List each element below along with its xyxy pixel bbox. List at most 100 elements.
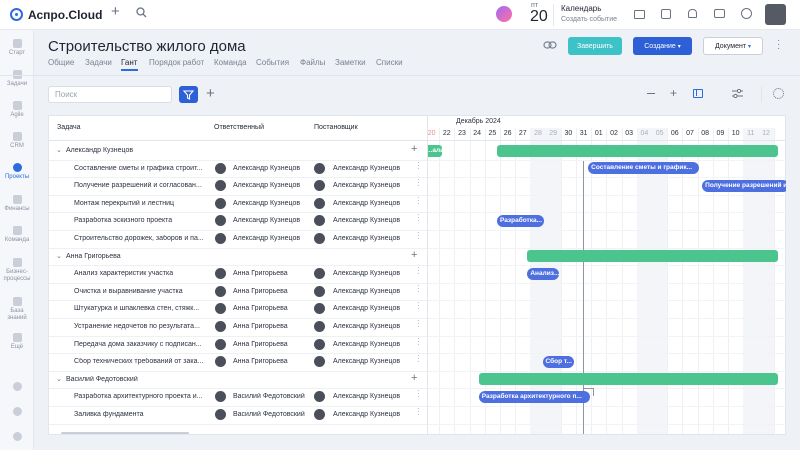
task-name[interactable]: Монтаж перекрытий и лестниц [74, 200, 209, 207]
row-menu-icon[interactable]: · · · [417, 229, 420, 243]
zoom-in-icon[interactable]: + [670, 86, 677, 100]
sidebar-item-label: Старт [8, 50, 26, 56]
user-avatar[interactable] [765, 4, 786, 25]
bar-group-vasily[interactable] [478, 373, 779, 386]
column-header-task[interactable]: Задача [57, 116, 207, 140]
assistant-icon[interactable] [496, 6, 512, 22]
group-name[interactable]: Анна Григорьева [66, 253, 216, 260]
mail-icon[interactable] [634, 10, 645, 19]
avatar [314, 356, 325, 368]
task-name[interactable]: Штукатурка и шпаклевка стен, стяжк... [74, 305, 209, 312]
group-name[interactable]: Александр Кузнецов [66, 147, 216, 154]
tab-team[interactable]: Команда [214, 58, 247, 67]
bar-tech-requirements[interactable]: Сбор т... [542, 355, 575, 368]
tab-files[interactable]: Файлы [300, 58, 325, 67]
sidebar-item-business-processes[interactable]: Бизнес-процессы [0, 258, 34, 283]
tab-tasks[interactable]: Задачи [85, 58, 112, 67]
sidebar-tool-1[interactable] [0, 382, 34, 393]
bar-estimate[interactable]: Составление сметы и график... [588, 162, 700, 175]
bell-icon[interactable] [688, 9, 697, 18]
task-name[interactable]: Заливка фундамента [74, 411, 209, 418]
horizontal-scrollbar[interactable] [61, 432, 189, 434]
chevron-down-icon[interactable]: ⌄ [56, 146, 62, 154]
add-task-icon[interactable]: + [411, 372, 417, 384]
column-header-assigner[interactable]: Постановщик [314, 116, 414, 140]
zoom-out-icon[interactable] [647, 93, 655, 95]
add-task-icon[interactable]: + [411, 249, 417, 261]
sidebar-tool-2[interactable] [0, 407, 34, 418]
bar-sketch[interactable]: Разработка... [496, 214, 545, 227]
row-menu-icon[interactable]: · · · [417, 352, 420, 366]
task-name[interactable]: Разработка эскизного проекта [74, 217, 209, 224]
app-brand[interactable]: Аспро.Cloud [28, 8, 102, 22]
task-name[interactable]: Передача дома заказчику с подписан... [74, 341, 209, 348]
document-button[interactable]: Документ ▾ [703, 37, 763, 55]
row-menu-icon[interactable]: · · · [417, 193, 420, 207]
sidebar-item-more[interactable]: Ещё [0, 333, 34, 351]
sidebar-item-finance[interactable]: Финансы [0, 195, 34, 213]
tab-events[interactable]: События [256, 58, 289, 67]
group-name[interactable]: Василий Федотовский [66, 376, 216, 383]
row-menu-icon[interactable]: · · · [417, 281, 420, 295]
bar-group-anna[interactable] [527, 250, 779, 263]
gear-icon[interactable] [773, 88, 784, 99]
tab-notes[interactable]: Заметки [335, 58, 366, 67]
sidebar-item-projects[interactable]: Проекты [0, 163, 34, 181]
search-input[interactable]: Поиск [48, 86, 172, 103]
add-filter-icon[interactable]: + [206, 85, 215, 102]
filter-button[interactable] [179, 86, 198, 103]
chevron-down-icon[interactable]: ⌄ [56, 375, 62, 383]
bar-group-alexander-left[interactable]: ...ала [428, 144, 443, 157]
row-menu-icon[interactable]: · · · [417, 211, 420, 225]
add-icon[interactable]: + [111, 4, 120, 19]
columns-toggle-icon[interactable] [693, 89, 703, 98]
help-icon[interactable] [741, 8, 752, 19]
row-menu-icon[interactable]: · · · [417, 264, 420, 278]
tabs-divider [0, 75, 800, 76]
row-menu-icon[interactable]: · · · [417, 317, 420, 331]
sliders-icon[interactable] [732, 88, 743, 99]
sidebar-item-knowledge-base[interactable]: База знаний [0, 297, 34, 322]
task-name[interactable]: Строительство дорожек, заборов и па... [74, 235, 209, 242]
tab-general[interactable]: Общие [48, 58, 74, 67]
row-menu-icon[interactable]: · · · [417, 158, 420, 172]
tab-gantt[interactable]: Гант [121, 58, 137, 67]
row-menu-icon[interactable]: · · · [417, 387, 420, 401]
sidebar-item-agile[interactable]: Agile [0, 101, 34, 119]
row-menu-icon[interactable]: · · · [417, 334, 420, 348]
task-name[interactable]: Получение разрешений и согласован... [74, 182, 209, 189]
bar-analysis[interactable]: Анализ... [527, 267, 560, 280]
chat-icon[interactable] [714, 9, 725, 18]
sidebar-tool-3[interactable] [0, 432, 34, 443]
bar-architecture[interactable]: Разработка архитектурного п... [478, 390, 590, 403]
tab-lists[interactable]: Списки [376, 58, 403, 67]
finish-button[interactable]: Завершить [568, 37, 622, 55]
calendar-title[interactable]: Календарь [561, 4, 601, 13]
task-name[interactable]: Составление сметы и графика строит... [74, 165, 209, 172]
chevron-down-icon[interactable]: ⌄ [56, 252, 62, 260]
sidebar-item-start[interactable]: Старт [0, 39, 34, 57]
task-name[interactable]: Сбор технических требований от зака... [74, 358, 209, 365]
task-name[interactable]: Очистка и выравнивание участка [74, 288, 209, 295]
add-task-icon[interactable]: + [411, 143, 417, 155]
bar-group-alexander[interactable] [496, 144, 779, 157]
tasks-icon[interactable] [661, 9, 671, 19]
app-logo[interactable] [10, 8, 23, 21]
sidebar-item-crm[interactable]: CRM [0, 132, 34, 150]
task-name[interactable]: Разработка архитектурного проекта и... [74, 393, 209, 400]
create-button[interactable]: Создание ▾ [633, 37, 692, 55]
link-icon[interactable] [543, 40, 557, 50]
more-vertical-icon[interactable]: · · · [777, 36, 780, 54]
row-menu-icon[interactable]: · · · [417, 405, 420, 419]
tab-work-order[interactable]: Порядок работ [149, 58, 204, 67]
task-name[interactable]: Устранение недочетов по результата... [74, 323, 209, 330]
row-menu-icon[interactable]: · · · [417, 176, 420, 190]
create-event-link[interactable]: Создать событие [561, 16, 617, 23]
sidebar-item-team[interactable]: Команда [0, 226, 34, 244]
row-menu-icon[interactable]: · · · [417, 299, 420, 313]
column-header-responsible[interactable]: Ответственный [214, 116, 309, 140]
sidebar-item-tasks[interactable]: Задачи [0, 70, 34, 88]
search-icon[interactable] [136, 7, 147, 21]
bar-permits[interactable]: Получение разрешений и с... [702, 179, 786, 192]
task-name[interactable]: Анализ характеристик участка [74, 270, 209, 277]
